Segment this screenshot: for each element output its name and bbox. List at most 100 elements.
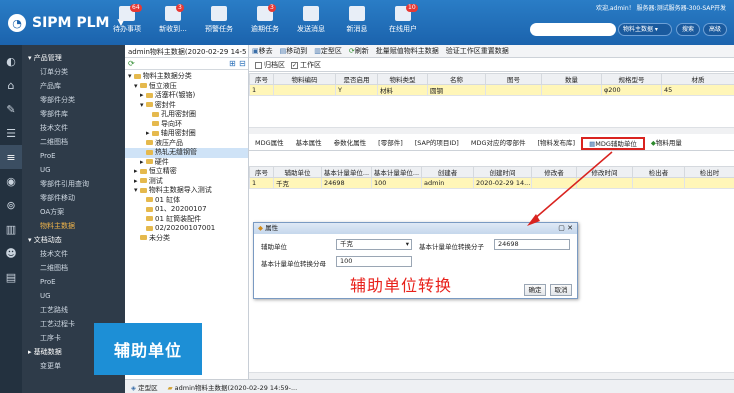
- column-header[interactable]: 检出时: [684, 166, 734, 178]
- archive-checkbox[interactable]: 归档区: [255, 60, 285, 70]
- tree-node[interactable]: 孔用密封圈: [125, 110, 248, 120]
- table-row[interactable]: 1 Y 材料 圆钢 φ200 45: [249, 84, 734, 96]
- close-icon[interactable]: ✕: [567, 224, 573, 232]
- sidebar-item[interactable]: UG: [22, 163, 125, 177]
- tab-mdg-aux-unit[interactable]: ▦MDG辅助单位: [581, 136, 645, 150]
- table-row[interactable]: 1 千克 24698 100 admin 2020-02-29 14...: [249, 177, 734, 189]
- column-header[interactable]: 物料编码: [273, 73, 336, 85]
- tree-node[interactable]: 01、20200107: [125, 205, 248, 215]
- tree-node[interactable]: ▾ 物料主数据导入测试: [125, 186, 248, 196]
- column-header[interactable]: 图号: [485, 73, 542, 85]
- cancel-button[interactable]: 取消: [550, 284, 572, 296]
- bottom-tab-finalize[interactable]: ◈ 定型区: [131, 382, 158, 392]
- search-input[interactable]: [530, 23, 616, 36]
- numerator-field[interactable]: 24698: [494, 239, 570, 250]
- column-header[interactable]: 序号: [249, 166, 274, 178]
- column-header[interactable]: 规格型号: [601, 73, 662, 85]
- tree-node[interactable]: ▾ 物料主数据分类: [125, 72, 248, 82]
- column-header[interactable]: 修改者: [531, 166, 577, 178]
- search-scope-select[interactable]: 物料主数据 ▾: [618, 23, 672, 36]
- maximize-icon[interactable]: ▢: [558, 224, 565, 232]
- move-to-button[interactable]: ▤移动到: [280, 46, 308, 56]
- rail-storage-icon[interactable]: ≡: [0, 145, 22, 169]
- tree-node[interactable]: ▸ 测试: [125, 177, 248, 187]
- column-header[interactable]: 是否启用: [335, 73, 378, 85]
- sidebar-group[interactable]: ▾ 文档动态: [22, 233, 125, 247]
- refresh-icon[interactable]: ⟳: [128, 59, 135, 68]
- rail-wifi-icon[interactable]: ⊚: [0, 193, 22, 217]
- column-header[interactable]: 检出者: [632, 166, 685, 178]
- bottom-tab-material[interactable]: ▰ admin物料主数据(2020-02-29 14:59-...: [168, 382, 298, 392]
- column-header[interactable]: 基本计量单位...: [371, 166, 422, 178]
- dialog-titlebar[interactable]: ◆ 属性 ▢ ✕: [254, 223, 577, 234]
- finalize-button[interactable]: ▥定型区: [314, 46, 342, 56]
- nav-received[interactable]: 3 新收到...: [150, 4, 196, 34]
- sidebar-item[interactable]: 二维图档: [22, 261, 125, 275]
- sidebar-item[interactable]: 零部件引用查询: [22, 177, 125, 191]
- expand-icon[interactable]: ⊞: [229, 59, 236, 68]
- advanced-search-button[interactable]: 高级: [703, 23, 727, 36]
- batch-assign-button[interactable]: 批量赋值物料主数据: [376, 46, 439, 56]
- column-header[interactable]: 创建时间: [473, 166, 532, 178]
- tree-node[interactable]: ▸ 恒立精密: [125, 167, 248, 177]
- rail-book-icon[interactable]: ▥: [0, 217, 22, 241]
- nav-new-message[interactable]: 新消息: [334, 4, 380, 34]
- tree-node[interactable]: ▾ 恒立液压: [125, 82, 248, 92]
- sidebar-item[interactable]: OA方案: [22, 205, 125, 219]
- sidebar-item[interactable]: UG: [22, 289, 125, 303]
- tab-mdg-attr[interactable]: MDG属性: [249, 136, 290, 151]
- column-header[interactable]: 序号: [249, 73, 274, 85]
- column-header[interactable]: 辅助单位: [273, 166, 322, 178]
- sidebar-group[interactable]: ▾ 产品管理: [22, 51, 125, 65]
- tree-node[interactable]: 液压产品: [125, 139, 248, 149]
- tree-node[interactable]: 导向环: [125, 120, 248, 130]
- tree-node[interactable]: 01 缸筒装配件: [125, 215, 248, 225]
- sidebar-item[interactable]: 零部件库: [22, 107, 125, 121]
- tab-material-release[interactable]: [物料发布库]: [532, 136, 582, 151]
- sidebar-item[interactable]: 技术文件: [22, 247, 125, 261]
- tab-sap-project[interactable]: [SAP的项目ID]: [409, 136, 465, 151]
- column-header[interactable]: 数量: [541, 73, 602, 85]
- sidebar-item[interactable]: 工艺路线: [22, 303, 125, 317]
- horizontal-scrollbar[interactable]: [249, 372, 734, 379]
- tree-node[interactable]: 未分类: [125, 234, 248, 244]
- ok-button[interactable]: 确定: [524, 284, 546, 296]
- tab-material-usage[interactable]: ◆物料用量: [645, 136, 688, 151]
- horizontal-scrollbar[interactable]: [249, 127, 734, 134]
- tree-node[interactable]: ▾ 密封件: [125, 101, 248, 111]
- tree-node[interactable]: ▸ 活塞杆(镀铬): [125, 91, 248, 101]
- refresh-button[interactable]: ⟳刷新: [349, 46, 369, 56]
- sidebar-item[interactable]: 零部件移动: [22, 191, 125, 205]
- verify-reset-button[interactable]: 验证工作区重置数据: [446, 46, 509, 56]
- work-checkbox[interactable]: ✓ 工作区: [291, 60, 321, 70]
- sidebar-item[interactable]: ProE: [22, 149, 125, 163]
- tab-basic-attr[interactable]: 基本属性: [290, 136, 328, 151]
- sidebar-item[interactable]: 零部件分类: [22, 93, 125, 107]
- nav-send-message[interactable]: 发送消息: [288, 4, 334, 34]
- column-header[interactable]: 创建者: [421, 166, 474, 178]
- column-header[interactable]: 名称: [427, 73, 486, 85]
- remove-button[interactable]: ▣移去: [252, 46, 273, 56]
- tree-node[interactable]: ▸ 轴用密封圈: [125, 129, 248, 139]
- denominator-field[interactable]: 100: [336, 256, 412, 267]
- column-header[interactable]: 物料类型: [377, 73, 428, 85]
- tree-node[interactable]: ▸ 硬件: [125, 158, 248, 168]
- sidebar-item[interactable]: ProE: [22, 275, 125, 289]
- tab-param-attr[interactable]: 参数化属性: [328, 136, 373, 151]
- column-header[interactable]: 材质: [661, 73, 734, 85]
- search-button[interactable]: 搜索: [676, 23, 700, 36]
- rail-database-icon[interactable]: ☰: [0, 121, 22, 145]
- nav-overdue[interactable]: 3 逾期任务: [242, 4, 288, 34]
- tree-node-selected[interactable]: 热轧无缝钢管: [125, 148, 248, 158]
- sidebar-item[interactable]: 产品库: [22, 79, 125, 93]
- sidebar-item[interactable]: 技术文件: [22, 121, 125, 135]
- rail-card-icon[interactable]: ▤: [0, 265, 22, 289]
- collapse-icon[interactable]: ⊟: [239, 59, 246, 68]
- column-header[interactable]: 基本计量单位...: [321, 166, 372, 178]
- sidebar-item-selected[interactable]: 物料主数据: [22, 219, 125, 233]
- rail-house-icon[interactable]: ⌂: [0, 73, 22, 97]
- sidebar-item[interactable]: 二维图档: [22, 135, 125, 149]
- tab-parts[interactable]: [零部件]: [372, 136, 409, 151]
- nav-online-users[interactable]: 10 在线用户: [380, 4, 426, 34]
- rail-user-icon[interactable]: ☻: [0, 241, 22, 265]
